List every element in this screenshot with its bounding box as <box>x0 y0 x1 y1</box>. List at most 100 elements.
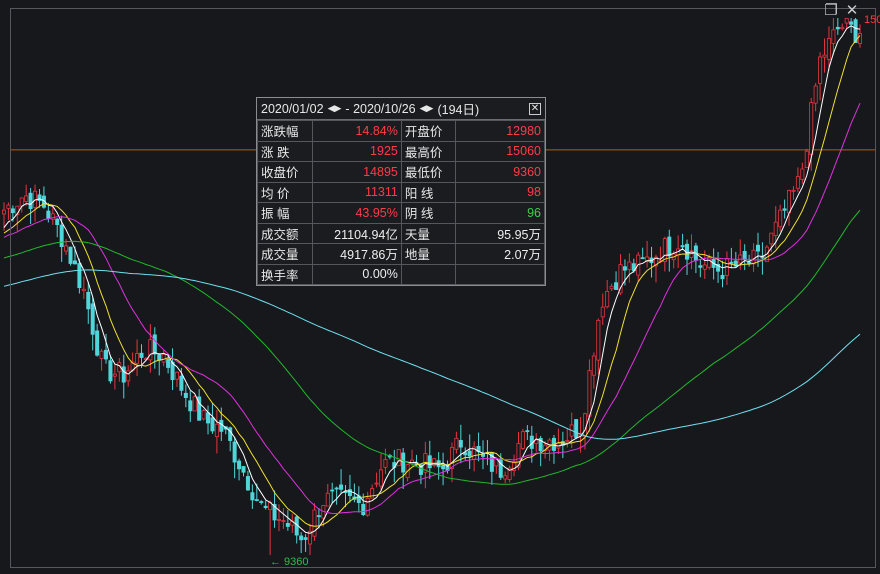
candle-down <box>259 501 264 503</box>
candle-up <box>809 102 814 155</box>
candle-down <box>166 359 171 368</box>
candle-down <box>680 245 685 248</box>
stat-value: 4917.86万 <box>311 243 402 265</box>
candle-up <box>591 355 596 376</box>
candle-up <box>6 204 11 209</box>
candle-down <box>232 441 237 463</box>
candle-up <box>24 195 29 202</box>
stats-row: 成交量 4917.86万 地量 2.07万 <box>257 243 545 265</box>
candle-up <box>161 353 166 363</box>
candle-down <box>104 349 109 360</box>
candle-up <box>787 190 792 214</box>
candle-down <box>427 455 432 469</box>
candle-down <box>46 210 51 219</box>
restore-icon[interactable]: ❐ <box>823 3 839 19</box>
candle-down <box>179 375 184 391</box>
stat-label <box>400 263 457 285</box>
interval-stats-popup: 2020/01/02 ◀▶ - 2020/10/26 ◀▶ (194日) ✕ 涨… <box>256 97 546 286</box>
candle-up <box>826 38 831 60</box>
stat-label: 阴 线 <box>400 202 457 224</box>
candle-down <box>640 257 645 260</box>
stat-label: 天量 <box>400 222 457 244</box>
stat-value: 12980 <box>455 120 545 142</box>
candle-up <box>370 488 375 499</box>
start-date-stepper[interactable]: ◀▶ <box>328 103 342 114</box>
candle-up <box>520 431 525 449</box>
candle-down <box>614 282 619 290</box>
stat-label: 开盘价 <box>400 120 457 142</box>
candle-up <box>99 350 104 359</box>
candle-down <box>729 261 734 264</box>
candle-down <box>401 452 406 473</box>
candle-down <box>206 412 211 424</box>
candle-down <box>316 515 321 518</box>
candle-up <box>174 371 179 380</box>
candle-up <box>2 209 7 215</box>
candle-up <box>312 509 317 537</box>
stat-label: 最低价 <box>400 161 457 183</box>
candle-up <box>383 458 388 468</box>
candle-down <box>77 263 82 289</box>
candle-up <box>281 520 286 522</box>
candle-down <box>188 400 193 412</box>
candle-up <box>565 439 570 442</box>
stat-label: 地量 <box>400 243 457 265</box>
candle-up <box>662 238 667 263</box>
end-date-stepper[interactable]: ◀▶ <box>420 103 434 114</box>
stats-row: 收盘价 14895 最低价 9360 <box>257 161 545 183</box>
stat-value: 15060 <box>455 140 545 162</box>
candlestick-chart[interactable] <box>0 0 880 574</box>
candle-down <box>72 260 77 265</box>
stat-label: 成交量 <box>257 243 313 265</box>
candle-down <box>55 218 60 226</box>
stat-value: 14.84% <box>311 120 402 142</box>
candle-down <box>441 465 446 470</box>
candle-up <box>396 449 401 467</box>
candle-up <box>587 370 592 417</box>
stats-table: 涨跌幅 14.84% 开盘价 12980 涨 跌 1925 最高价 15060 收盘价 14895… <box>257 120 545 285</box>
end-date: 2020/10/26 <box>353 101 416 116</box>
close-icon[interactable]: ✕ <box>844 3 860 19</box>
candle-up <box>410 459 415 465</box>
stats-row: 涨 跌 1925 最高价 15060 <box>257 140 545 162</box>
candle-down <box>347 489 352 497</box>
candle-down <box>458 440 463 448</box>
candle-up <box>325 492 330 507</box>
candle-up <box>19 197 24 207</box>
candle-down <box>28 192 33 210</box>
candle-down <box>742 250 747 260</box>
stats-row: 均 价 11311 阳 线 98 <box>257 181 545 203</box>
candle-down <box>303 537 308 540</box>
candle-up <box>844 18 849 24</box>
candle-up <box>702 264 707 270</box>
stat-value: 21104.94亿 <box>311 222 402 244</box>
candle-up <box>135 353 140 364</box>
candle-up <box>831 29 836 44</box>
candle-down <box>849 21 854 25</box>
candle-up <box>378 469 383 487</box>
candle-up <box>374 482 379 485</box>
stat-value: 1925 <box>311 140 402 162</box>
candle-down <box>228 427 233 441</box>
candle-up <box>707 256 712 268</box>
candle-down <box>361 503 366 515</box>
candle-up <box>605 291 610 308</box>
stat-label: 阳 线 <box>400 181 457 203</box>
low-price-label: ← 9360 <box>270 556 309 568</box>
candle-up <box>449 447 454 469</box>
candle-up <box>148 339 153 361</box>
candle-down <box>467 450 472 457</box>
candle-up <box>126 370 131 382</box>
stat-label: 最高价 <box>400 140 457 162</box>
candle-up <box>609 285 614 290</box>
stat-value: 95.95万 <box>455 222 545 244</box>
stats-row: 换手率 0.00% <box>257 263 545 285</box>
candle-down <box>86 291 91 310</box>
candle-down <box>241 466 246 473</box>
candle-down <box>330 489 335 492</box>
day-count: (194日) <box>437 103 480 117</box>
candle-up <box>64 245 69 252</box>
candle-down <box>121 366 126 383</box>
close-popup-icon[interactable]: ✕ <box>529 102 541 115</box>
candle-up <box>81 288 86 292</box>
